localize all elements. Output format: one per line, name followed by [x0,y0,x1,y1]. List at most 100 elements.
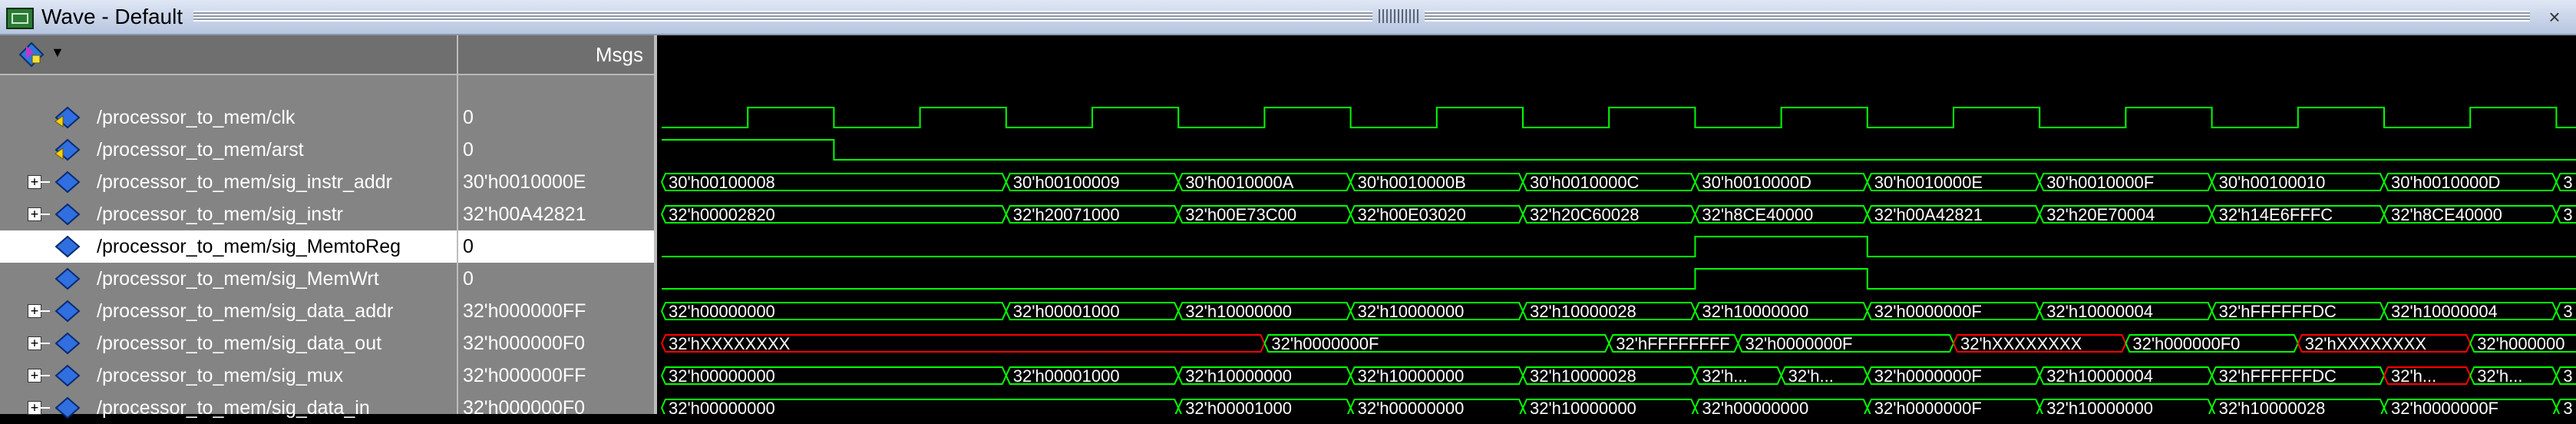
sig_instr_addr-segment-label: 30'h0010000B [1358,173,1466,192]
sig_data_addr-segment-label: 32'h00001000 [1013,302,1120,321]
sig_instr-segment-label: 32'h20E70004 [2046,205,2155,224]
sig_data_out-segment-label: 32'hXXXXXXXX [669,334,791,353]
sig_instr_addr-segment-label: 30'h0010000D [1702,173,1811,192]
signal-value: 32'h000000F0 [463,333,586,354]
expand-icon[interactable]: + [28,401,41,415]
signal-icon [54,267,81,290]
sig_data_in-segment-label: 32'h00000000 [669,399,775,414]
signal-row[interactable]: + /processor_to_mem/sig_instr_addr [0,166,457,198]
value-row[interactable]: 32'h000000F0 [458,327,654,359]
sig_mux-segment-label: 32'h10000000 [1358,366,1465,386]
sig_instr_addr-segment-label: 30'h00100009 [1013,173,1120,192]
sig_mux-segment-label: 32'h... [1788,366,1834,386]
signal-name: /processor_to_mem/sig_data_out [97,333,382,354]
signal-value: 0 [463,139,474,161]
values-header: Msgs [458,35,654,75]
sig_MemtoReg-trace [662,236,2576,257]
sig_mux-segment-label: 32'h10000000 [1185,366,1292,386]
signal-value: 32'h000000FF [463,365,586,386]
wave-window-icon [6,8,34,29]
value-row[interactable]: 32'h000000FF [458,359,654,392]
close-icon[interactable]: × [2544,6,2565,28]
value-row[interactable]: 32'h00A42821 [458,198,654,230]
sig_instr-segment-label: 32'h00E73C00 [1185,205,1296,224]
sig_instr-segment-label: 32'h20071000 [1013,205,1120,224]
signal-name: /processor_to_mem/sig_instr_addr [97,171,392,193]
tree-line [41,375,50,376]
sig_data_addr-segment-label: 32'h10000004 [2391,302,2498,321]
value-row[interactable]: 0 [458,230,654,263]
signal-icon [54,300,81,323]
signal-row[interactable]: /processor_to_mem/clk [0,101,457,134]
tree-line [41,310,50,312]
signal-row[interactable]: /processor_to_mem/arst [0,134,457,166]
signal-name: /processor_to_mem/sig_MemWrt [97,268,379,290]
drag-grip-icon[interactable] [1379,9,1418,23]
signal-names-pane: ▼ /processor_to_mem/clk/processor_to_mem… [0,35,457,419]
sig_mux-segment-label: 3 [2563,366,2572,386]
signal-row[interactable]: + /processor_to_mem/sig_data_addr [0,295,457,327]
signal-row[interactable]: /processor_to_mem/sig_MemWrt [0,263,457,295]
expand-icon[interactable]: + [28,304,41,318]
value-row[interactable]: 30'h0010000E [458,166,654,198]
signal-icon [54,235,81,258]
signal-name: /processor_to_mem/arst [97,139,304,161]
sig_data_addr-segment-label: 32'h10000028 [1530,302,1636,321]
sig_data_addr-segment-label: 32'h10000000 [1358,302,1465,321]
signal-values-pane: Msgs 0 0 30'h0010000E 32'h00A42821 0 0 32'h000… [458,35,654,419]
sig_data_out-segment-label: 32'h0000000F [1745,334,1853,353]
value-row[interactable]: 32'h000000FF [458,295,654,327]
signal-icon [54,364,81,387]
tree-line [41,343,50,344]
signal-icon [54,332,81,355]
signal-value: 0 [463,236,474,257]
signal-name: /processor_to_mem/sig_data_addr [97,300,394,322]
value-row[interactable]: 0 [458,101,654,134]
expand-icon[interactable]: + [28,175,41,189]
arst-trace [662,139,2576,161]
expand-icon[interactable]: + [28,336,41,350]
sig_mux-segment-label: 32'h0000000F [1874,366,1982,386]
sig_instr-segment-label: 32'h14E6FFFC [2219,205,2333,224]
signal-value: 32'h00A42821 [463,204,586,225]
sig_mux-segment-label: 32'h... [2477,366,2522,386]
signal-row[interactable]: + /processor_to_mem/sig_data_out [0,327,457,359]
expand-icon[interactable]: + [28,207,41,221]
sig_mux-segment-label: 32'h10000004 [2046,366,2153,386]
sig_data_in-segment-label: 32'h00000000 [1358,399,1465,414]
signal-row[interactable]: + /processor_to_mem/sig_data_in [0,392,457,424]
sig_data_out-segment-label: 32'hXXXXXXXX [2305,334,2427,353]
sig_instr_addr-segment-label: 30'h0010000D [2391,173,2500,192]
signal-row[interactable]: + /processor_to_mem/sig_instr [0,198,457,230]
title-groove-left [193,11,1372,22]
sig_data_in-segment-label: 32'h00001000 [1185,399,1292,414]
sig_instr-segment-label: 32'h20C60028 [1530,205,1639,224]
sig_instr-segment-label: 32'h8CE40000 [1702,205,1813,224]
sig_instr-segment-label: 32'h00002820 [669,205,775,224]
signal-row[interactable]: /processor_to_mem/sig_MemtoReg [0,230,457,263]
sig_mux-segment-label: 32'h10000028 [1530,366,1636,386]
sig_data_addr-segment-label: 32'h0000000F [1874,302,1982,321]
sig_data_in-segment-label: 32'h10000000 [1530,399,1636,414]
waveform-canvas[interactable]: 30'h00100008 30'h00100009 30'h0010000A 30'h… [657,101,2576,414]
sig_instr_addr-segment-label: 30'h0010000F [2046,173,2154,192]
sig_data_in-segment-label: 32'h10000028 [2219,399,2326,414]
signal-row[interactable]: + /processor_to_mem/sig_mux [0,359,457,392]
value-row[interactable]: 32'h000000F0 [458,392,654,424]
expand-icon[interactable]: + [28,369,41,383]
chevron-down-icon[interactable]: ▼ [51,45,64,61]
signal-value: 32'h000000F0 [463,397,586,419]
sig_data_out-segment-label: 32'h000000 [2477,334,2564,353]
sig_data_out-segment-label: 32'h000000F0 [2132,334,2240,353]
sig_instr_addr-segment-label: 30'h0010000C [1530,173,1640,192]
value-row[interactable]: 0 [458,134,654,166]
signal-name: /processor_to_mem/sig_MemtoReg [97,236,401,257]
value-row[interactable]: 0 [458,263,654,295]
sig_data_out-segment-label: 32'hFFFFFFFF [1616,334,1729,353]
title-bar[interactable]: Wave - Default × [0,0,2576,35]
signal-value: 0 [463,268,474,290]
wave-toolbar-icon[interactable] [18,41,45,68]
waveform-pane[interactable]: 30'h00100008 30'h00100009 30'h0010000A 30'h… [657,35,2576,414]
tree-line [41,181,50,183]
sig_instr-segment-label: 32'h00A42821 [1874,205,1983,224]
